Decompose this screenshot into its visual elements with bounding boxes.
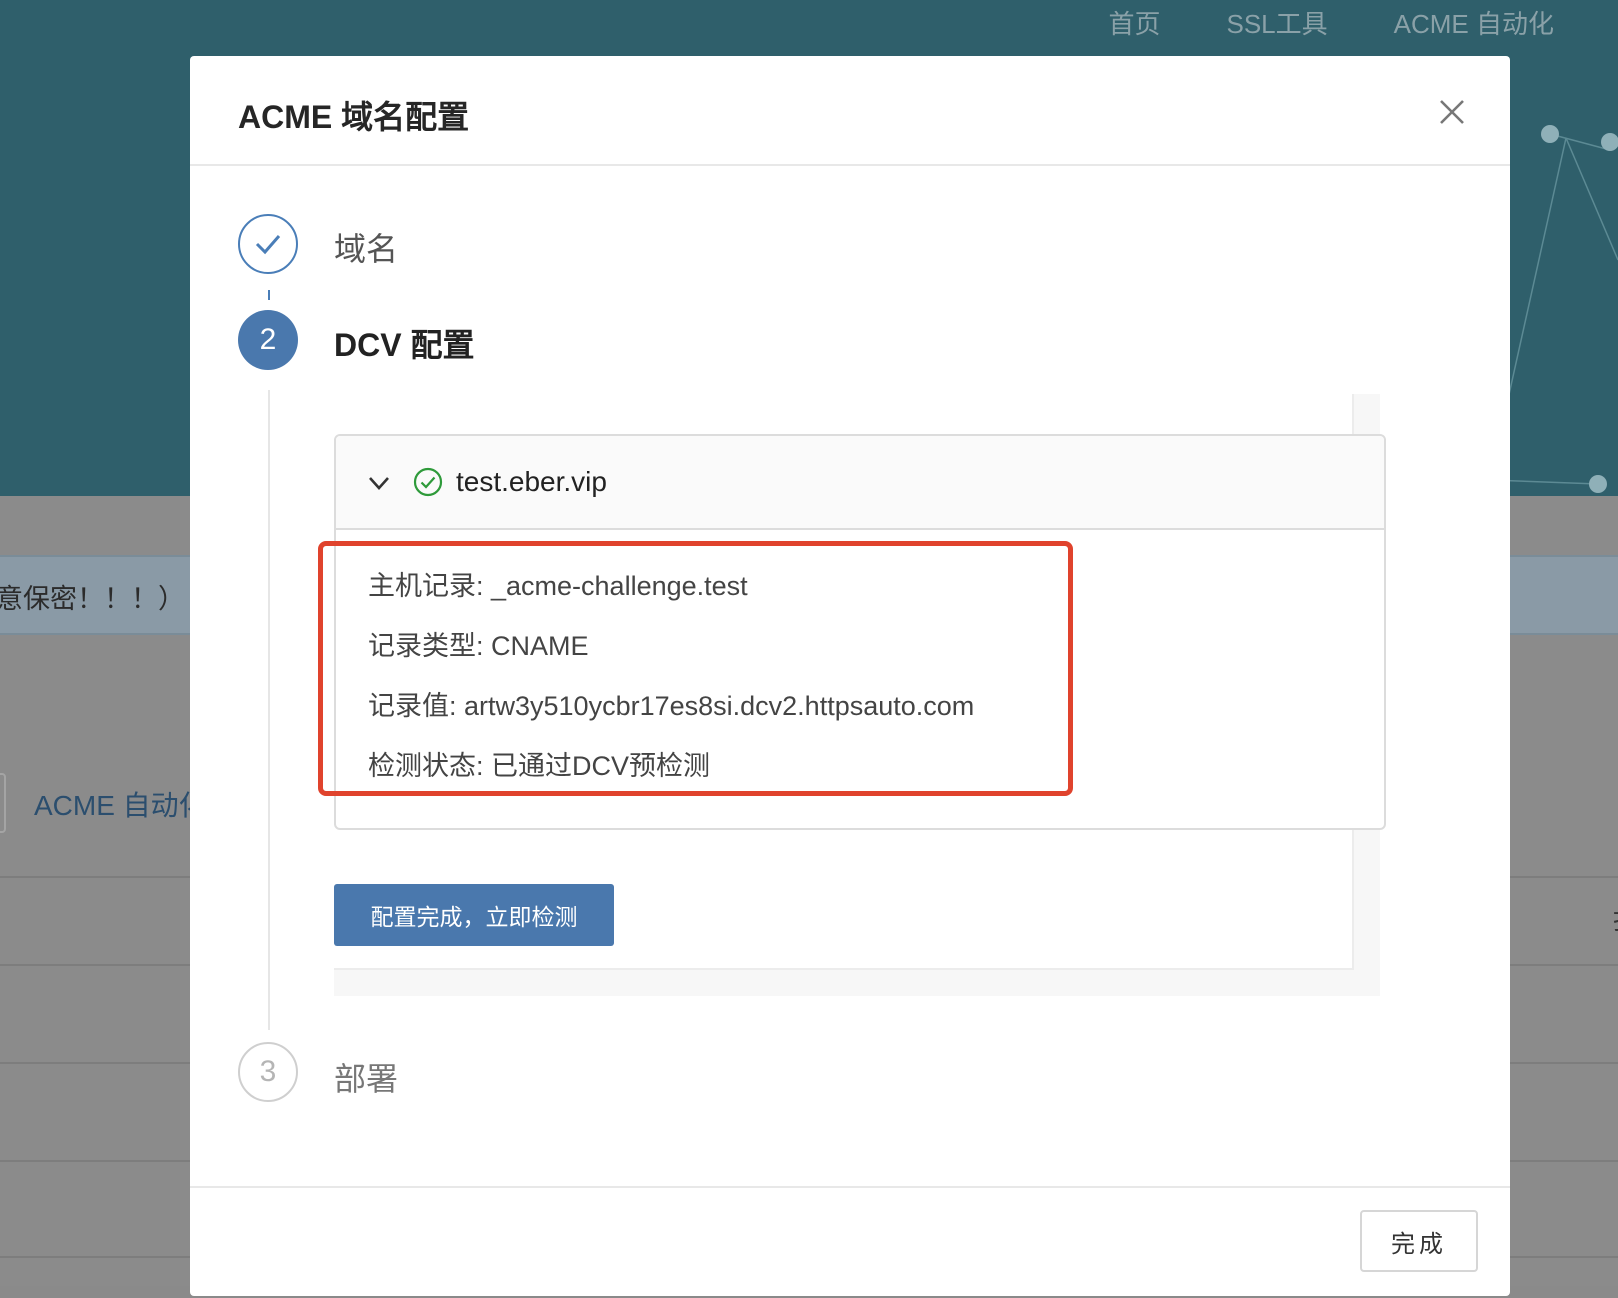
modal-title: ACME 域名配置 xyxy=(238,99,470,135)
step-3-title: 部署 xyxy=(334,1061,399,1097)
step-2-number: 2 xyxy=(238,310,298,370)
background-notice-text: 意保密！！！） xyxy=(0,584,185,614)
nav-home: 首页 xyxy=(1108,9,1161,39)
record-type: 记录类型: CNAME xyxy=(368,631,589,661)
domain-name: test.eber.vip xyxy=(456,466,607,497)
nav-acme: ACME 自动化 xyxy=(1393,9,1554,39)
nav-ssl-tools: SSL工具 xyxy=(1226,9,1328,39)
step-1-title: 域名 xyxy=(334,231,399,267)
step-3-number: 3 xyxy=(238,1042,298,1102)
step-2-title: DCV 配置 xyxy=(334,327,475,363)
record-value: 记录值: artw3y510ycbr17es8si.dcv2.httpsauto… xyxy=(368,691,975,721)
step-1-finished-indicator xyxy=(238,214,298,274)
check-circle-icon xyxy=(413,467,443,497)
host-record: 主机记录: _acme-challenge.test xyxy=(368,571,748,601)
acme-domain-config-modal: ACME 域名配置 域名 2 DCV 配置 test.eber.vip 主机记录… xyxy=(190,56,1510,1296)
top-nav: 首页 SSL工具 ACME 自动化 xyxy=(1108,4,1554,41)
modal-header: ACME 域名配置 xyxy=(190,56,1510,166)
domain-collapse-panel: test.eber.vip 主机记录: _acme-challenge.test… xyxy=(334,434,1386,830)
background-tab-box xyxy=(0,773,6,833)
background-tab-text: ACME 自动化 xyxy=(34,790,207,821)
check-icon xyxy=(255,235,281,255)
background-edge-glyph: 扌 xyxy=(1612,900,1618,937)
close-icon[interactable] xyxy=(1432,92,1472,132)
check-status: 检测状态: 已通过DCV预检测 xyxy=(368,751,711,781)
step-connector xyxy=(268,290,270,300)
finish-button[interactable]: 完成 xyxy=(1360,1210,1478,1272)
modal-footer: 完成 xyxy=(190,1186,1510,1298)
chevron-down-icon[interactable] xyxy=(366,470,392,496)
step-connector xyxy=(268,390,270,1030)
domain-collapse-header[interactable]: test.eber.vip xyxy=(336,436,1384,530)
check-now-button[interactable]: 配置完成，立即检测 xyxy=(334,884,614,946)
